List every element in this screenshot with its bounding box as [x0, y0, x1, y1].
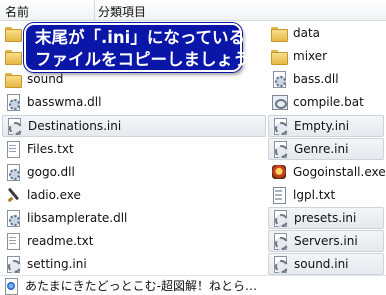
file-item[interactable]: sound.ini — [268, 253, 384, 275]
file-item[interactable]: mixer — [268, 45, 384, 67]
ini-file-icon — [6, 118, 22, 135]
web-shortcut-icon — [3, 277, 19, 295]
file-name: bass.dll — [293, 72, 339, 86]
dll-file-icon — [271, 71, 287, 88]
column-divider[interactable] — [94, 0, 95, 20]
file-name: Genre.ini — [294, 142, 349, 156]
folder-icon — [271, 25, 288, 42]
file-item[interactable]: Destinations.ini — [2, 115, 266, 137]
file-name: compile.bat — [293, 95, 364, 109]
file-name: Files.txt — [27, 142, 74, 156]
folder-icon — [271, 48, 288, 65]
ini-file-icon — [272, 118, 288, 135]
gogo-exe-icon — [271, 164, 287, 180]
file-name: data — [293, 26, 321, 40]
file-item[interactable]: Genre.ini — [268, 138, 384, 160]
ini-file-icon — [272, 210, 288, 227]
file-name: Gogoinstall.exe — [293, 165, 386, 179]
ini-file-icon — [272, 141, 288, 158]
file-name: basswma.dll — [27, 95, 102, 109]
file-item[interactable]: Files.txt — [2, 138, 266, 160]
status-bar-text: あたまにきたどっとこむ-超図解！ねとら… — [25, 279, 257, 293]
file-name: lgpl.txt — [293, 188, 336, 202]
folder-icon — [5, 71, 22, 88]
file-item[interactable]: bass.dll — [268, 68, 384, 90]
ini-file-icon — [272, 256, 288, 273]
folder-icon — [5, 25, 22, 42]
file-name: gogo.dll — [27, 165, 75, 179]
text-file-icon — [5, 141, 21, 158]
file-item[interactable]: setting.ini — [2, 253, 266, 275]
file-name: readme.txt — [27, 234, 94, 248]
file-name: ladio.exe — [27, 188, 81, 202]
callout-line-2: ファイルをコピーしましょう — [35, 50, 250, 69]
status-bar-item[interactable]: あたまにきたどっとこむ-超図解！ねとら… — [0, 275, 386, 295]
file-name: presets.ini — [294, 211, 357, 225]
batch-file-icon — [271, 94, 288, 110]
dll-file-icon — [5, 210, 21, 227]
file-item[interactable]: lgpl.txt — [268, 184, 384, 206]
type-column-header[interactable]: 分類項目 — [98, 3, 146, 20]
file-name: Destinations.ini — [28, 119, 122, 133]
file-item[interactable]: basswma.dll — [2, 91, 266, 113]
text-file-icon — [5, 233, 21, 250]
folder-icon — [5, 48, 22, 65]
file-item[interactable]: gogo.dll — [2, 161, 266, 183]
ini-file-icon — [5, 256, 21, 273]
file-name: sound — [27, 72, 64, 86]
file-name: setting.ini — [27, 257, 87, 271]
callout-line-1: 末尾が「.ini」になっている — [35, 28, 246, 47]
file-name: mixer — [293, 49, 328, 63]
file-item[interactable]: presets.ini — [268, 207, 384, 229]
file-item[interactable]: Servers.ini — [268, 230, 384, 252]
instruction-callout: 末尾が「.ini」になっている ファイルをコピーしましょう — [24, 23, 250, 72]
file-item[interactable]: Gogoinstall.exe — [268, 161, 386, 183]
file-item[interactable]: ladio.exe — [2, 184, 266, 206]
file-item[interactable]: libsamplerate.dll — [2, 207, 266, 229]
file-item[interactable]: compile.bat — [268, 91, 384, 113]
pen-exe-icon — [5, 187, 21, 203]
column-header-bar: 名前 分類項目 — [0, 0, 386, 21]
dll-file-icon — [5, 94, 21, 111]
file-item[interactable]: Empty.ini — [268, 115, 384, 137]
dll-file-icon — [5, 164, 21, 181]
file-name: libsamplerate.dll — [27, 211, 128, 225]
text-file-icon — [271, 187, 287, 204]
file-name: Empty.ini — [294, 119, 350, 133]
file-name: sound.ini — [294, 257, 349, 271]
file-item[interactable]: data — [268, 22, 384, 44]
name-column-header[interactable]: 名前 — [5, 3, 29, 20]
ini-file-icon — [272, 233, 288, 250]
file-name: Servers.ini — [294, 234, 358, 248]
file-item[interactable]: readme.txt — [2, 230, 266, 252]
